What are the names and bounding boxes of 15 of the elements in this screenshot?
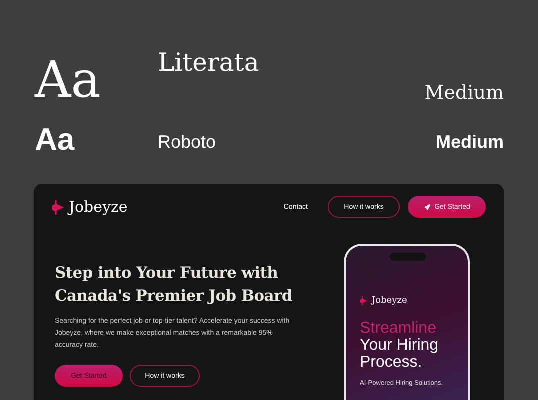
font-name: Literata	[158, 48, 260, 77]
hero-heading: Step into Your Future with Canada's Premier Job Board	[55, 262, 294, 307]
font-sample: Aa	[35, 122, 75, 158]
logo-icon	[52, 200, 65, 214]
phone-headline-accent: Streamline	[360, 320, 438, 337]
phone-notch	[390, 253, 426, 261]
phone-headline: Your Hiring Process.	[360, 337, 440, 371]
logo-text: Jobeyze	[69, 198, 128, 216]
font-weight: Medium	[436, 132, 504, 153]
font-weight: Medium	[424, 82, 504, 104]
rocket-icon	[424, 204, 431, 210]
logo-text: Jobeyze	[372, 296, 408, 306]
font-name: Roboto	[158, 132, 216, 153]
font-sample: Aa	[35, 52, 101, 108]
logo-icon	[360, 296, 368, 306]
